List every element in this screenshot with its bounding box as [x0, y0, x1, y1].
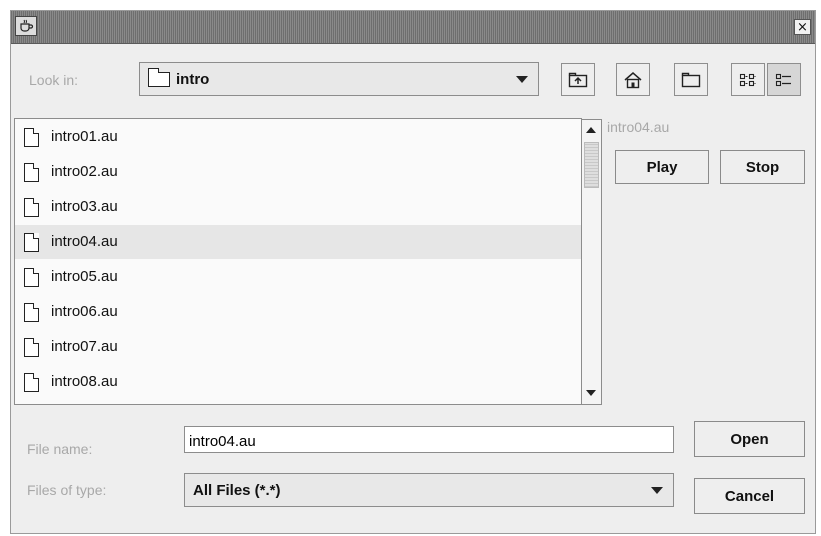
file-row[interactable]: intro06.au — [15, 295, 581, 329]
file-icon — [24, 197, 40, 217]
details-view-icon — [775, 73, 791, 86]
file-icon — [24, 232, 40, 252]
files-of-type-value: All Files (*.*) — [193, 482, 281, 499]
file-name-label: File name: — [27, 441, 93, 457]
file-icon — [24, 162, 40, 182]
file-name: intro08.au — [51, 373, 118, 390]
open-button[interactable]: Open — [694, 421, 805, 457]
file-icon — [24, 127, 40, 147]
list-view-icon — [739, 73, 756, 86]
file-row[interactable]: intro01.au — [15, 120, 581, 154]
file-name: intro02.au — [51, 163, 118, 180]
file-icon — [24, 372, 40, 392]
file-list-scrollbar[interactable] — [582, 119, 602, 405]
look-in-value: intro — [176, 71, 210, 88]
file-name: intro05.au — [51, 268, 118, 285]
file-icon — [24, 267, 40, 287]
scroll-up-arrow-icon[interactable] — [582, 122, 601, 139]
chevron-down-icon — [516, 76, 528, 83]
list-view-button[interactable] — [731, 63, 765, 96]
file-row[interactable]: intro05.au — [15, 260, 581, 294]
close-button[interactable]: × — [794, 19, 811, 35]
stop-button[interactable]: Stop — [720, 150, 805, 184]
chevron-down-icon — [651, 487, 663, 494]
scroll-down-arrow-icon[interactable] — [582, 385, 601, 402]
folder-icon — [147, 68, 170, 87]
java-cup-icon — [15, 16, 37, 36]
new-folder-icon — [681, 72, 701, 87]
file-row[interactable]: intro07.au — [15, 330, 581, 364]
scroll-thumb[interactable] — [584, 142, 599, 188]
details-view-button[interactable] — [767, 63, 801, 96]
up-one-level-button[interactable] — [561, 63, 595, 96]
play-button[interactable]: Play — [615, 150, 709, 184]
file-name: intro03.au — [51, 198, 118, 215]
file-row[interactable]: intro03.au — [15, 190, 581, 224]
look-in-label: Look in: — [29, 72, 79, 88]
file-icon — [24, 302, 40, 322]
file-row[interactable]: intro08.au — [15, 365, 581, 399]
look-in-combo[interactable]: intro — [139, 62, 539, 96]
file-name-input[interactable] — [184, 426, 674, 453]
files-of-type-label: Files of type: — [27, 482, 107, 498]
file-name: intro06.au — [51, 303, 118, 320]
home-icon — [624, 71, 642, 88]
file-name: intro07.au — [51, 338, 118, 355]
file-row[interactable]: intro04.au — [15, 225, 581, 259]
file-chooser-dialog: × Look in: intro intro01.au intro02.au i… — [10, 10, 816, 534]
file-list[interactable]: intro01.au intro02.au intro03.au intro04.au… — [14, 118, 582, 405]
close-icon: × — [797, 19, 808, 35]
home-button[interactable] — [616, 63, 650, 96]
new-folder-button[interactable] — [674, 63, 708, 96]
file-row[interactable]: intro02.au — [15, 155, 581, 189]
files-of-type-combo[interactable]: All Files (*.*) — [184, 473, 674, 507]
file-name: intro04.au — [51, 233, 118, 250]
cancel-button[interactable]: Cancel — [694, 478, 805, 514]
file-icon — [24, 337, 40, 357]
preview-title: intro04.au — [607, 119, 670, 135]
title-bar[interactable]: × — [11, 11, 815, 44]
file-name: intro01.au — [51, 128, 118, 145]
up-folder-icon — [568, 72, 588, 87]
